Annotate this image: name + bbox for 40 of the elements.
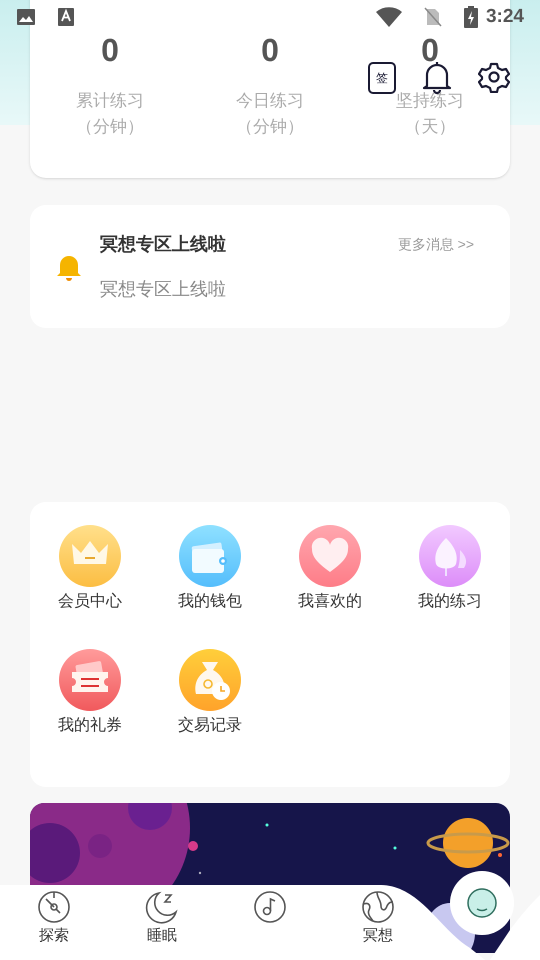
menu-item[interactable]: 交易记录	[150, 649, 270, 737]
stat-unit: （分钟）	[76, 116, 144, 138]
notice-card[interactable]: 冥想专区上线啦 更多消息 >> 冥想专区上线啦	[30, 205, 510, 328]
stat-value: 0	[101, 31, 119, 70]
stat-label: 坚持练习	[396, 90, 464, 112]
stat-label: 累计练习	[76, 90, 144, 112]
stat-unit: （天）	[404, 116, 456, 138]
money-bag-icon	[179, 649, 241, 711]
stat-label: 今日练习	[236, 90, 304, 112]
leaf-icon	[419, 525, 481, 587]
menu-item[interactable]: 会员中心	[30, 525, 150, 613]
notification-bell-icon[interactable]	[422, 60, 452, 94]
music-note-icon	[253, 890, 287, 924]
moon-icon	[145, 890, 179, 924]
settings-icon[interactable]	[478, 61, 510, 93]
no-sim-icon	[424, 7, 442, 27]
menu-item[interactable]: 我的钱包	[150, 525, 270, 613]
sign-in-calendar-icon[interactable]: 签	[368, 62, 396, 94]
globe-icon	[361, 890, 395, 924]
wallet-icon	[179, 525, 241, 587]
stat-value: 0	[421, 31, 439, 70]
notice-title: 冥想专区上线啦	[100, 232, 226, 256]
nav-tab[interactable]: 探索	[0, 890, 108, 960]
face-icon	[467, 888, 497, 918]
nav-tab[interactable]: 睡眠	[108, 890, 216, 960]
menu-item[interactable]: 我的礼券	[30, 649, 150, 737]
image-icon	[16, 7, 36, 27]
stat-value: 0	[261, 31, 279, 70]
ticket-icon	[59, 649, 121, 711]
crown-icon	[59, 525, 121, 587]
nav-tab[interactable]: 冥想	[324, 890, 432, 960]
clock-text: 3:24	[486, 4, 524, 29]
menu-item[interactable]: 我的练习	[390, 525, 510, 613]
notice-message: 冥想专区上线啦	[100, 278, 227, 300]
wifi-icon	[376, 7, 402, 27]
compass-icon	[37, 890, 71, 924]
battery-icon	[464, 6, 478, 28]
font-icon	[58, 8, 74, 26]
menu-item[interactable]: 我喜欢的	[270, 525, 390, 613]
stat-unit: （分钟）	[236, 116, 304, 138]
